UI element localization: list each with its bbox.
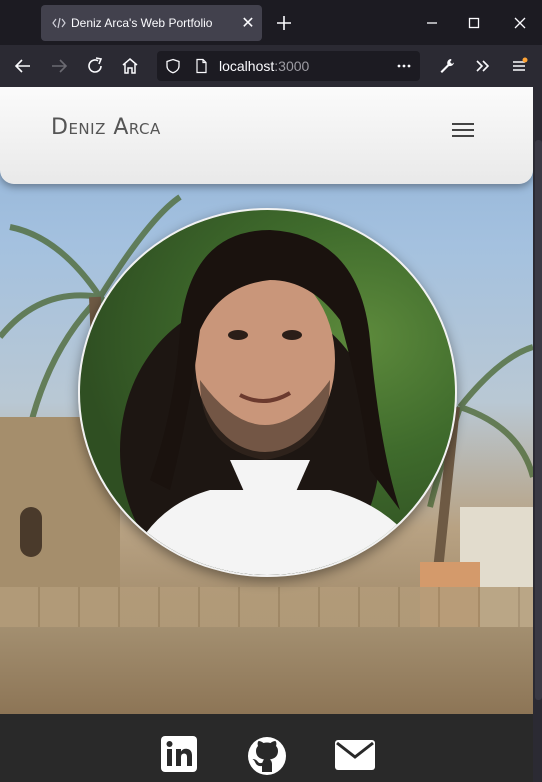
email-icon[interactable] [335,740,375,770]
profile-avatar [78,208,457,577]
github-icon[interactable] [247,736,287,776]
tab-close-icon[interactable]: ✕ [239,14,257,32]
url-bar[interactable]: localhost:3000 [157,51,420,81]
shield-icon[interactable] [165,58,181,74]
tab-favicon-icon [52,17,66,29]
browser-navbar: localhost:3000 [0,45,542,87]
site-brand[interactable]: Deniz Arca [51,115,161,140]
back-icon[interactable] [10,53,36,79]
site-header: Deniz Arca [0,87,533,184]
profile-photo [120,230,434,575]
page-viewport: Deniz Arca [0,87,533,782]
overflow-chevron-icon[interactable] [470,53,496,79]
close-window-icon[interactable] [507,10,533,36]
new-tab-icon[interactable] [273,12,295,34]
browser-titlebar: Deniz Arca's Web Portfolio ✕ [0,0,542,45]
browser-tab[interactable]: Deniz Arca's Web Portfolio ✕ [41,5,262,41]
minimize-icon[interactable] [419,10,445,36]
app-menu-icon[interactable] [506,53,532,79]
page-icon[interactable] [193,58,209,74]
url-text[interactable]: localhost:3000 [219,51,309,81]
reload-icon[interactable] [82,53,108,79]
site-footer [0,714,533,782]
home-icon[interactable] [117,53,143,79]
linkedin-icon[interactable] [161,736,197,772]
maximize-icon[interactable] [461,10,487,36]
tab-title: Deniz Arca's Web Portfolio [71,16,213,30]
hamburger-menu-icon[interactable] [450,120,476,140]
more-options-icon[interactable] [396,58,412,74]
scrollbar-thumb[interactable] [535,140,542,700]
wrench-icon[interactable] [434,53,460,79]
ground [0,627,533,717]
forward-icon[interactable] [46,53,72,79]
